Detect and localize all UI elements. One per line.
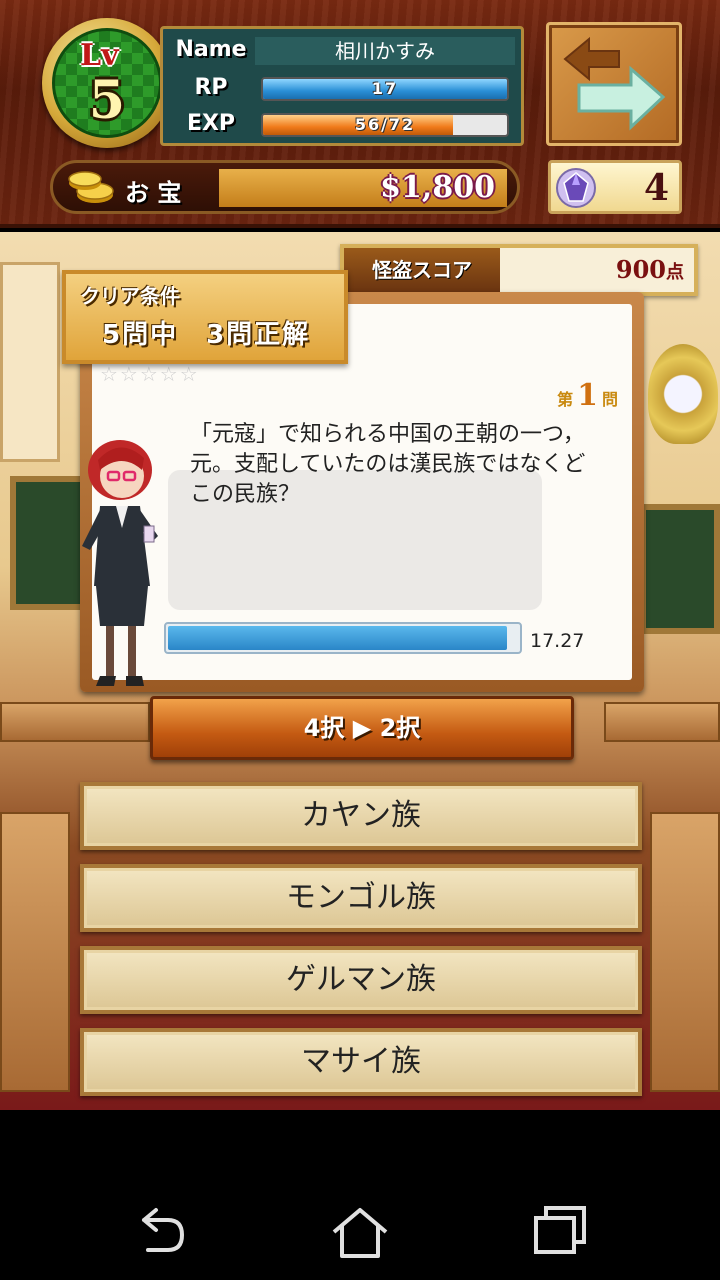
gem-count: 4 (643, 167, 669, 209)
gem-counter[interactable]: 4 (548, 160, 682, 214)
quiz-scene: 怪盗スコア 900点 ☆☆☆☆☆ 第1問 「元寇」で知られる中国の王朝の一つ，元… (0, 232, 720, 1110)
score-label: 怪盗スコア (344, 248, 500, 292)
desk-right (604, 702, 720, 742)
rp-value: 17 (371, 79, 399, 98)
name-row: Name 相川かすみ (163, 33, 521, 69)
system-navigation-bar (0, 1110, 720, 1280)
difficulty-stars: ☆☆☆☆☆ (100, 362, 200, 386)
teacher-character-icon (82, 440, 158, 686)
exp-label: EXP (186, 111, 236, 136)
desk-left (0, 702, 150, 742)
treasure-bar: お 宝 $1,800 (50, 160, 520, 214)
answer-button-2[interactable]: モンゴル族 (80, 864, 642, 932)
rp-row: RP 17 (163, 71, 521, 107)
answer-button-4[interactable]: マサイ族 (80, 1028, 642, 1096)
home-icon[interactable] (330, 1204, 390, 1262)
player-stats-panel: Name 相川かすみ RP 17 EXP 56/72 (160, 26, 524, 146)
reduce-choices-label: 4択 ▶ 2択 (303, 714, 421, 742)
clear-condition-title: クリア条件 (80, 284, 180, 308)
score-value: 900点 (615, 255, 684, 284)
back-icon[interactable] (130, 1204, 190, 1258)
name-label: Name (175, 37, 247, 62)
phantom-score-box: 怪盗スコア 900点 (340, 244, 698, 296)
question-number: 第1問 (557, 378, 618, 413)
treasure-label: お 宝 (125, 179, 182, 207)
level-badge: Lv 5 (42, 18, 172, 148)
back-forward-arrow-icon (563, 36, 666, 131)
exp-row: EXP 56/72 (163, 107, 521, 143)
level-label: Lv (80, 38, 119, 73)
treasure-value-box: $1,800 (219, 169, 507, 207)
treasure-value: $1,800 (380, 170, 495, 205)
timer-bar (164, 622, 522, 654)
level-value: 5 (88, 70, 126, 131)
exp-bar: 56/72 (261, 113, 509, 137)
answer-button-1[interactable]: カヤン族 (80, 782, 642, 850)
desk-left-low (0, 812, 70, 1092)
reduce-choices-button[interactable]: 4択 ▶ 2択 (150, 696, 574, 760)
wall-panel-left (0, 262, 60, 462)
timer-bar-fill (168, 626, 508, 650)
switch-arrow-button[interactable] (546, 22, 682, 146)
exp-value: 56/72 (354, 115, 416, 134)
player-name: 相川かすみ (255, 37, 515, 65)
answer-label: カヤン族 (301, 798, 421, 833)
answer-label: ゲルマン族 (286, 962, 436, 997)
answer-button-3[interactable]: ゲルマン族 (80, 946, 642, 1014)
gem-icon (556, 168, 596, 208)
rp-bar: 17 (261, 77, 509, 101)
answer-label: モンゴル族 (286, 880, 436, 915)
bulletin-board-right (640, 504, 720, 634)
rp-label: RP (194, 75, 228, 100)
recent-apps-icon[interactable] (530, 1204, 590, 1256)
clear-condition-body: 5問中 3問正解 (102, 320, 311, 350)
status-header: Lv 5 Name 相川かすみ RP 17 EXP 56/72 お 宝 $1,8… (0, 0, 720, 228)
desk-right-low (650, 812, 720, 1092)
clear-condition-box: クリア条件 5問中 3問正解 (62, 270, 348, 364)
answer-label: マサイ族 (301, 1044, 421, 1079)
coin-stack-icon (68, 171, 114, 203)
question-text: 「元寇」で知られる中国の王朝の一つ，元。支配していたのは漢民族ではなくどこの民族… (190, 422, 586, 507)
wall-clock-icon (648, 344, 718, 444)
timer-value: 17.27 (530, 630, 585, 652)
